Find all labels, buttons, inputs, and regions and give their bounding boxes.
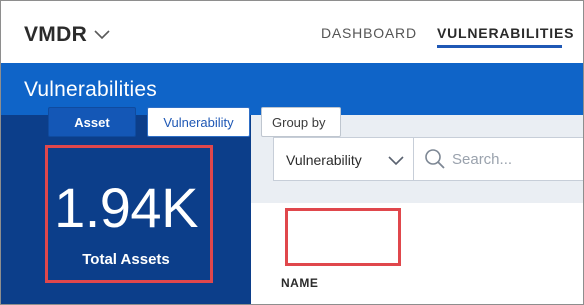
group-by-button[interactable]: Group by <box>261 107 341 137</box>
asset-view-button[interactable]: Asset <box>48 107 136 137</box>
chevron-down-icon <box>388 156 404 166</box>
search-input[interactable] <box>452 146 583 172</box>
search-bar: Vulnerability <box>273 137 583 181</box>
app-name: VMDR <box>24 23 88 46</box>
column-header-name[interactable]: NAME <box>281 276 318 290</box>
top-header: VMDR DASHBOARD VULNERABILITIES <box>1 1 583 63</box>
tab-dashboard[interactable]: DASHBOARD <box>321 25 417 41</box>
page-title: Vulnerabilities <box>24 78 157 101</box>
highlight-box-total-assets <box>45 145 213 283</box>
chevron-down-icon[interactable] <box>93 29 111 41</box>
highlight-box-asset-button <box>285 208 401 266</box>
search-icon <box>425 149 445 169</box>
search-type-select[interactable]: Vulnerability <box>274 138 414 180</box>
tab-vulnerabilities[interactable]: VULNERABILITIES <box>437 25 574 41</box>
search-type-label: Vulnerability <box>286 152 362 168</box>
active-tab-indicator <box>437 45 562 48</box>
app-window: VMDR DASHBOARD VULNERABILITIES Vulnerabi… <box>0 0 584 305</box>
vulnerability-view-button[interactable]: Vulnerability <box>147 107 250 137</box>
